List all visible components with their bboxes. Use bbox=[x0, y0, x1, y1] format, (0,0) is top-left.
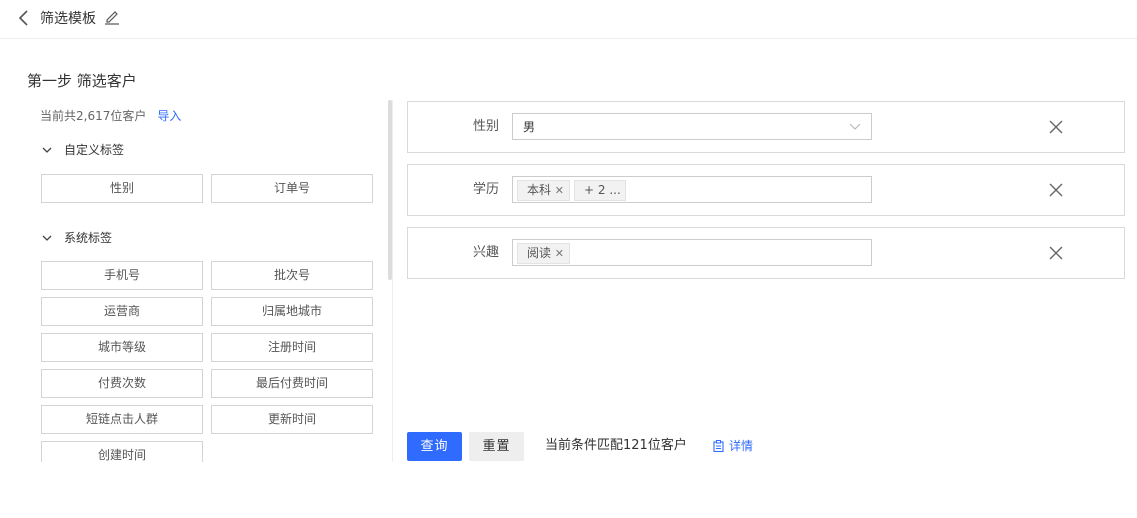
chip-label: + 2 ... bbox=[584, 183, 621, 197]
condition-label: 兴趣 bbox=[472, 245, 499, 260]
tag-last-payment-time[interactable]: 最后付费时间 bbox=[211, 369, 373, 398]
detail-link[interactable]: 详情 bbox=[713, 438, 753, 454]
tag-carrier[interactable]: 运营商 bbox=[41, 297, 203, 326]
gender-select[interactable]: 男 bbox=[512, 113, 872, 140]
clipboard-icon bbox=[713, 440, 724, 453]
custom-tags-label: 自定义标签 bbox=[64, 143, 125, 157]
chip-label: 阅读 bbox=[527, 246, 552, 260]
condition-interest: 兴趣 阅读 ✕ bbox=[407, 227, 1125, 279]
reset-button[interactable]: 重置 bbox=[469, 432, 524, 461]
page-title: 筛选模板 bbox=[40, 11, 96, 27]
match-result-text: 当前条件匹配121位客户 bbox=[545, 438, 687, 453]
detail-link-label: 详情 bbox=[729, 439, 754, 453]
tag-city-level[interactable]: 城市等级 bbox=[41, 333, 203, 362]
close-icon[interactable] bbox=[1049, 120, 1063, 134]
tag-order-number[interactable]: 订单号 bbox=[211, 174, 373, 203]
chevron-left-icon[interactable] bbox=[16, 9, 32, 27]
education-multiselect[interactable]: 本科 ✕ + 2 ... bbox=[512, 176, 872, 203]
chip-close-icon[interactable]: ✕ bbox=[555, 244, 564, 263]
close-icon[interactable] bbox=[1049, 183, 1063, 197]
condition-label: 学历 bbox=[472, 182, 499, 197]
tag-panel: 当前共2,617位客户 导入 自定义标签 性别 订单号 系统标签 手机号 批次号 … bbox=[27, 100, 392, 462]
chip-close-icon[interactable]: ✕ bbox=[555, 181, 564, 200]
pencil-icon[interactable] bbox=[104, 9, 120, 25]
condition-gender: 性别 男 bbox=[407, 101, 1125, 153]
step-title: 第一步 筛选客户 bbox=[27, 72, 137, 90]
tag-gender[interactable]: 性别 bbox=[41, 174, 203, 203]
interest-multiselect[interactable]: 阅读 ✕ bbox=[512, 239, 872, 266]
custom-tags-header[interactable]: 自定义标签 bbox=[42, 143, 124, 157]
tag-create-time[interactable]: 创建时间 bbox=[41, 441, 203, 462]
tag-home-city[interactable]: 归属地城市 bbox=[211, 297, 373, 326]
condition-education: 学历 本科 ✕ + 2 ... bbox=[407, 164, 1125, 216]
top-bar: 筛选模板 bbox=[0, 0, 1137, 39]
more-chip[interactable]: + 2 ... bbox=[574, 180, 626, 201]
chip-label: 本科 bbox=[527, 183, 552, 197]
tag-update-time[interactable]: 更新时间 bbox=[211, 405, 373, 434]
tag-phone[interactable]: 手机号 bbox=[41, 261, 203, 290]
system-tags-header[interactable]: 系统标签 bbox=[42, 231, 112, 245]
customer-count-text: 当前共2,617位客户 bbox=[40, 109, 147, 123]
query-button[interactable]: 查询 bbox=[407, 432, 462, 461]
tag-register-time[interactable]: 注册时间 bbox=[211, 333, 373, 362]
chevron-down-icon bbox=[42, 147, 52, 153]
selected-chip: 阅读 ✕ bbox=[517, 243, 570, 264]
tag-payment-count[interactable]: 付费次数 bbox=[41, 369, 203, 398]
tag-shortlink-click-group[interactable]: 短链点击人群 bbox=[41, 405, 203, 434]
system-tags-label: 系统标签 bbox=[64, 231, 113, 245]
condition-label: 性别 bbox=[472, 119, 499, 134]
chevron-down-icon bbox=[42, 235, 52, 241]
close-icon[interactable] bbox=[1049, 246, 1063, 260]
selected-chip: 本科 ✕ bbox=[517, 180, 570, 201]
tag-batch-number[interactable]: 批次号 bbox=[211, 261, 373, 290]
import-link[interactable]: 导入 bbox=[157, 109, 181, 123]
gender-select-value: 男 bbox=[523, 120, 536, 134]
customer-count: 当前共2,617位客户 导入 bbox=[40, 109, 181, 123]
chevron-down-icon bbox=[849, 123, 861, 130]
panel-divider bbox=[392, 100, 393, 462]
